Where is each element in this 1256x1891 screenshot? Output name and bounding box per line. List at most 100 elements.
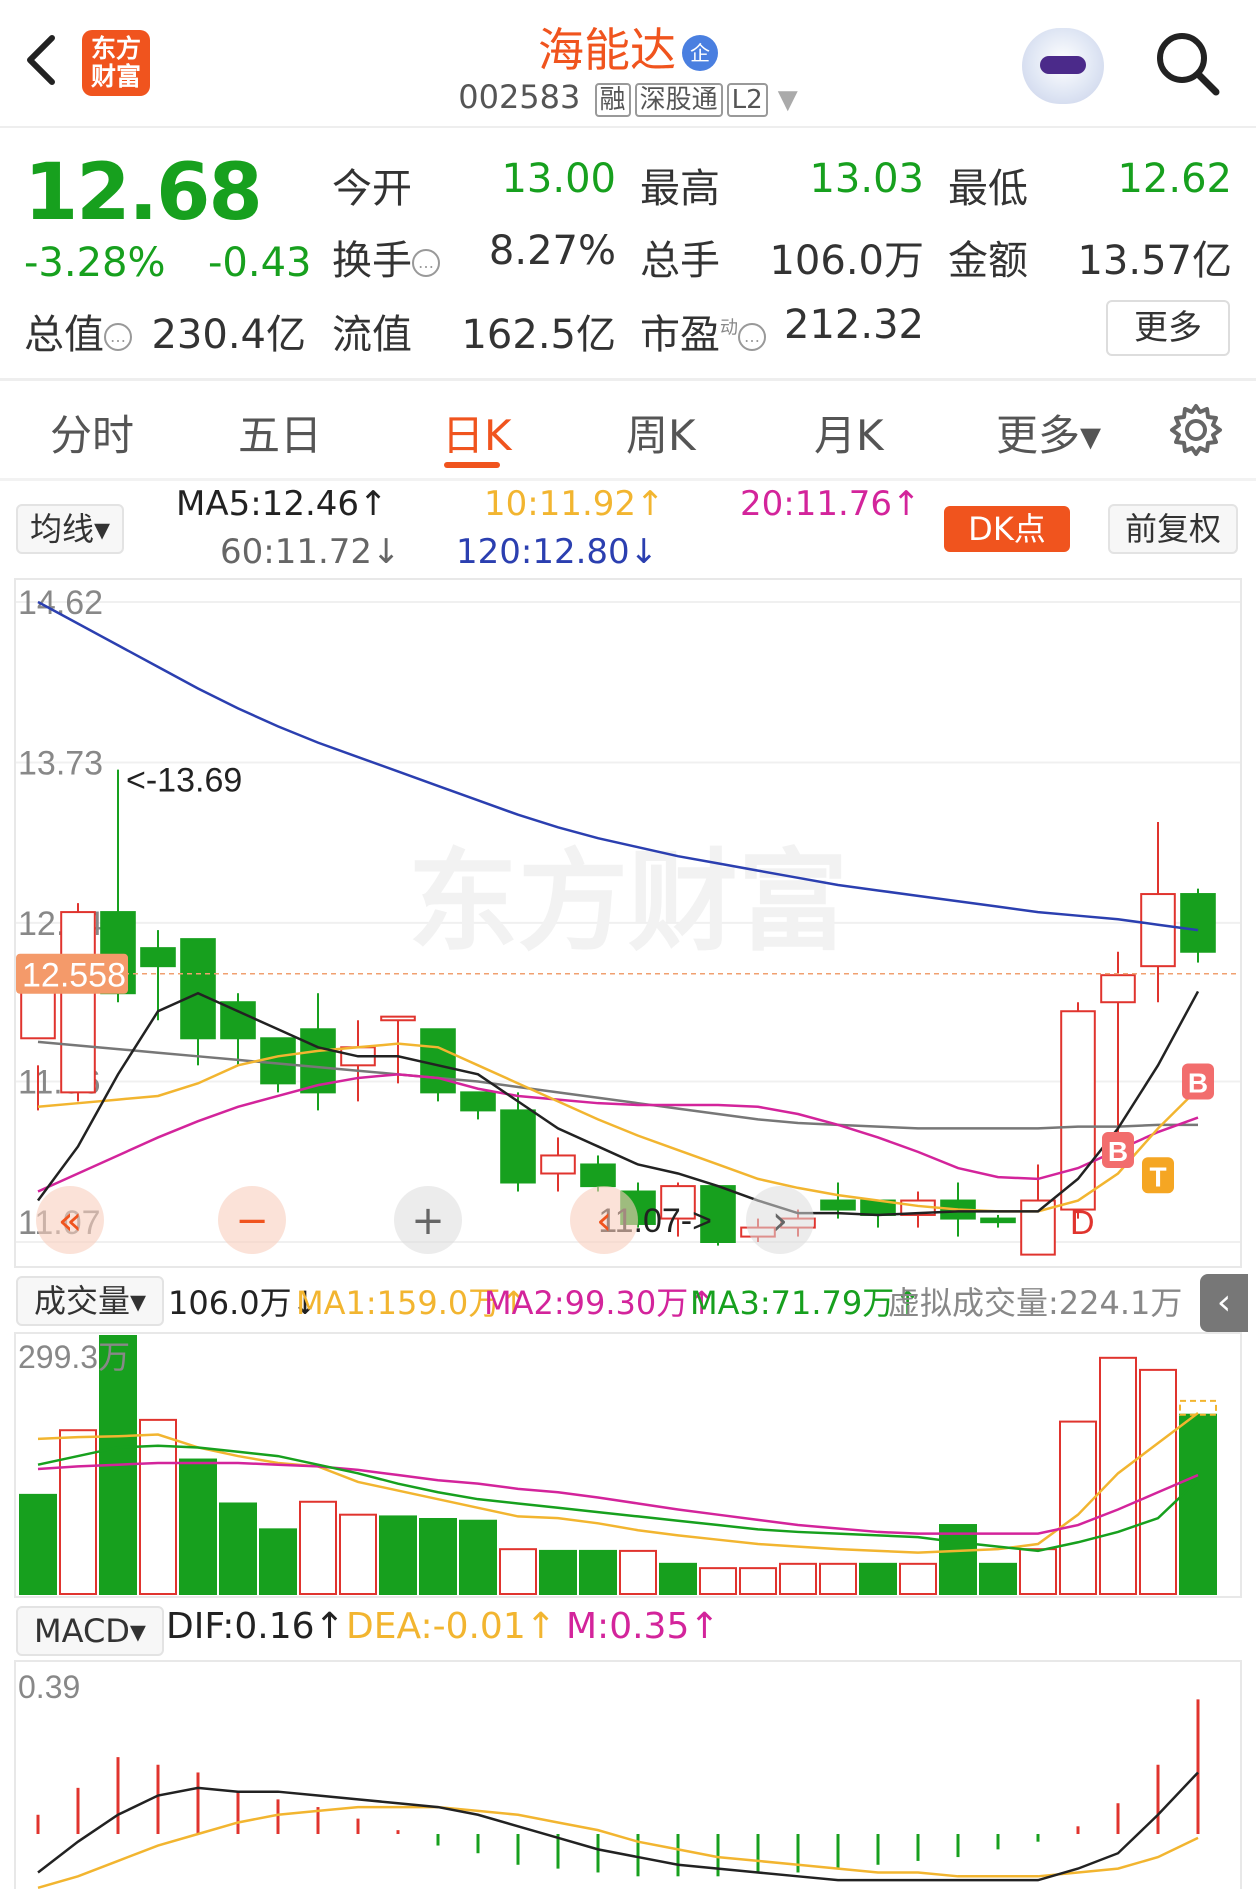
ma-selector[interactable]: 均线▾	[16, 504, 124, 554]
candle-body	[140, 947, 176, 968]
volume-bar	[59, 1429, 97, 1596]
tab-monthly-k[interactable]: 月K	[814, 402, 884, 463]
signal-label: B	[1188, 1068, 1208, 1099]
candle-body	[220, 1001, 256, 1040]
volume-ma2: MA2:99.30万↑	[484, 1284, 716, 1322]
candle-body	[820, 1199, 856, 1211]
float-cap-value: 162.5亿	[461, 312, 616, 358]
more-button[interactable]: 更多	[1106, 300, 1230, 356]
candle-body	[500, 1109, 536, 1184]
tab-active-indicator	[444, 462, 500, 468]
volume-header: 成交量▾ 106.0万↓ MA1:159.0万↑ MA2:99.30万↑ MA3…	[14, 1272, 1242, 1330]
dropdown-caret-icon[interactable]: ▼	[778, 85, 798, 115]
volume-bar	[1139, 1368, 1177, 1595]
y-tick-label: 13.73	[18, 744, 103, 782]
volume-bar	[1059, 1420, 1097, 1595]
low-value: 12.62	[1117, 156, 1232, 202]
tab-five-day[interactable]: 五日	[238, 402, 322, 463]
candle-body	[180, 938, 216, 1040]
volume-bar	[499, 1548, 537, 1596]
signal-label: T	[1149, 1161, 1166, 1192]
open-value: 13.00	[501, 156, 616, 202]
pe-label[interactable]: 市盈动…	[640, 302, 766, 360]
volume-bar	[659, 1562, 697, 1596]
collapse-panel-icon[interactable]: ‹	[1200, 1274, 1248, 1332]
float-cap-label: 流值	[332, 312, 412, 358]
candle-body	[580, 1163, 616, 1188]
info-icon[interactable]: …	[104, 323, 132, 351]
market-cap-label[interactable]: 总值…	[24, 302, 132, 360]
macd-header: MACD▾ DIF:0.16↑ DEA:-0.01↑ M:0.35↑	[14, 1602, 1242, 1658]
low-label: 最低	[948, 166, 1028, 212]
ma120-value: 120:12.80↓	[456, 532, 659, 572]
adjust-button[interactable]: 前复权	[1108, 504, 1238, 554]
volume-bar	[1179, 1413, 1217, 1596]
volume-selector[interactable]: 成交量▾	[16, 1276, 164, 1326]
turnover-label[interactable]: 换手…	[332, 228, 440, 286]
volume-bar	[259, 1528, 297, 1595]
tab-weekly-k[interactable]: 周K	[626, 402, 696, 463]
volume-bar	[619, 1549, 657, 1595]
info-icon[interactable]: …	[412, 249, 440, 277]
volume-bar	[819, 1562, 857, 1596]
tab-daily-k[interactable]: 日K	[442, 402, 512, 463]
fast-back-button-glyph: «	[58, 1198, 82, 1244]
virtual-volume: 虚拟成交量:224.1万	[888, 1284, 1183, 1322]
macd-chart[interactable]: 0.39	[16, 1662, 1240, 1891]
info-icon[interactable]: …	[738, 323, 766, 351]
signal-label: B	[1108, 1136, 1128, 1167]
volume-bar	[979, 1562, 1017, 1596]
change-percent: -3.28%	[24, 240, 166, 286]
macd-dea: DEA:-0.01↑	[346, 1606, 556, 1647]
volume-chart[interactable]: 299.3万	[16, 1334, 1240, 1596]
high-value: 13.03	[809, 156, 924, 202]
volume-bar	[779, 1562, 817, 1596]
volume-label: 总手	[640, 238, 720, 284]
volume-bar	[419, 1518, 457, 1595]
ma5-value: MA5:12.46↑	[176, 484, 388, 524]
volume-ma3: MA3:71.79万↑	[690, 1284, 922, 1322]
ma20-value: 20:11.76↑	[740, 484, 921, 524]
ma20-line	[37, 1073, 1199, 1193]
high-label: 最高	[640, 166, 720, 212]
dk-point-button[interactable]: DK点	[944, 506, 1070, 552]
ma60-value: 60:11.72↓	[220, 532, 401, 572]
macd-panel[interactable]: 0.39	[14, 1660, 1242, 1891]
macd-selector[interactable]: MACD▾	[16, 1606, 164, 1656]
search-icon[interactable]	[1152, 28, 1222, 98]
volume-max-label: 299.3万	[18, 1339, 130, 1375]
kline-chart[interactable]: 14.6213.7312.8411.9611.07东方财富12.558<-13.…	[16, 580, 1240, 1266]
volume-bar	[859, 1562, 897, 1596]
zoom-in-button-glyph: +	[411, 1198, 445, 1244]
change-amount: -0.43	[208, 240, 312, 286]
macd-m: M:0.35↑	[566, 1606, 720, 1647]
volume-bar	[899, 1562, 937, 1596]
settings-gear-icon[interactable]	[1168, 402, 1224, 458]
candle-body	[380, 1015, 416, 1022]
step-back-button-glyph: ‹	[596, 1198, 612, 1244]
tab-more[interactable]: 更多▾	[996, 402, 1101, 463]
volume-bar	[19, 1493, 57, 1596]
y-tick-label: 14.62	[18, 584, 103, 622]
kline-panel[interactable]: 14.6213.7312.8411.9611.07东方财富12.558<-13.…	[14, 578, 1242, 1268]
amount-label: 金额	[948, 238, 1028, 284]
volume-panel[interactable]: 299.3万	[14, 1332, 1242, 1598]
tag-margin: 融	[594, 83, 631, 117]
volume-bar	[339, 1513, 377, 1596]
last-price: 12.68	[24, 148, 263, 238]
signal-label: D	[1070, 1204, 1095, 1242]
robot-avatar-icon[interactable]	[1022, 28, 1104, 104]
volume-bar	[459, 1519, 497, 1595]
virtual-volume-bar	[1179, 1399, 1217, 1416]
volume-bar	[379, 1515, 417, 1595]
market-cap-value: 230.4亿	[151, 312, 306, 358]
candle-body	[420, 1028, 456, 1094]
tag-l2: L2	[726, 83, 768, 117]
stock-name: 海能达	[538, 23, 676, 77]
volume-bar	[299, 1500, 337, 1595]
candle-body	[540, 1154, 576, 1175]
candle-body	[1140, 893, 1176, 968]
volume-bar	[939, 1524, 977, 1595]
tab-intraday[interactable]: 分时	[50, 402, 134, 463]
ma10-value: 10:11.92↑	[484, 484, 665, 524]
